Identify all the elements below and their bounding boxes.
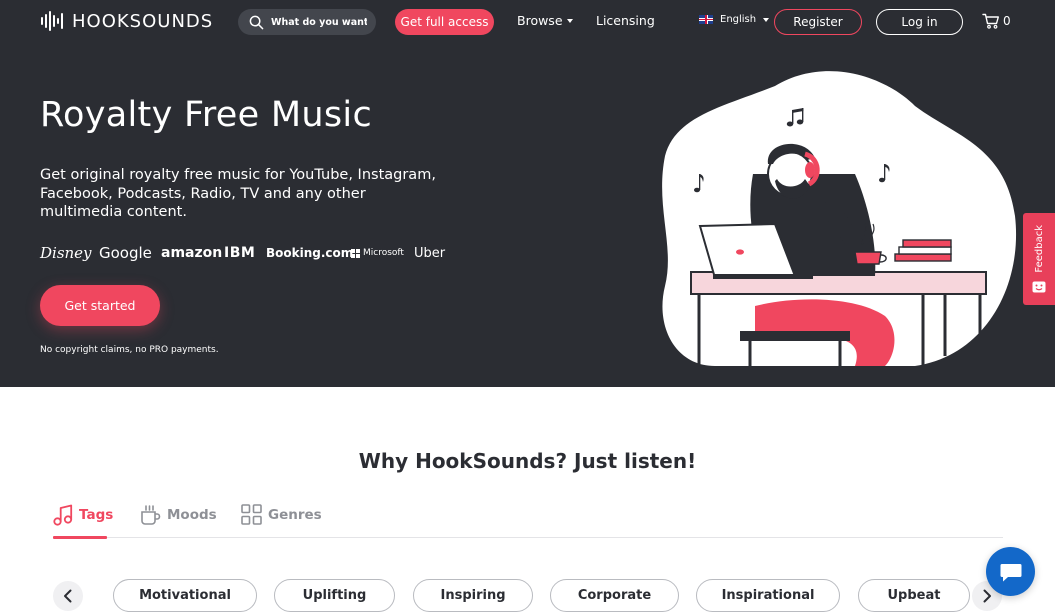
chat-button[interactable] bbox=[986, 547, 1035, 596]
tag-chip-inspiring[interactable]: Inspiring bbox=[413, 579, 533, 612]
tab-moods-label: Moods bbox=[167, 507, 217, 523]
tab-tags-label: Tags bbox=[79, 507, 114, 523]
search-input[interactable] bbox=[271, 16, 367, 28]
section-title: Why HookSounds? Just listen! bbox=[358, 449, 697, 473]
grid-icon bbox=[241, 504, 262, 525]
music-note-icon bbox=[53, 504, 73, 526]
hero-note: No copyright claims, no PRO payments. bbox=[40, 345, 219, 355]
hero-subtitle: Get original royalty free music for YouT… bbox=[40, 167, 436, 220]
browse-label: Browse bbox=[517, 13, 563, 28]
hero-illustration bbox=[662, 71, 1017, 366]
hero-section: HOOKSOUNDS Get full access Browse Licens… bbox=[0, 0, 1055, 387]
amazon-logo: amazon bbox=[161, 245, 223, 261]
uk-flag-icon bbox=[699, 15, 713, 24]
chevron-down-icon bbox=[566, 18, 573, 23]
disney-logo: Disney bbox=[40, 244, 92, 262]
register-button[interactable]: Register bbox=[774, 9, 862, 35]
tag-chip-motivational[interactable]: Motivational bbox=[113, 579, 257, 612]
chat-bubble-icon bbox=[1000, 563, 1021, 581]
language-selector[interactable]: English bbox=[699, 14, 770, 25]
tag-chip-uplifting[interactable]: Uplifting bbox=[274, 579, 395, 612]
get-full-access-button[interactable]: Get full access bbox=[395, 9, 494, 35]
waveform-logo-icon bbox=[41, 10, 63, 32]
tab-genres-label: Genres bbox=[268, 506, 322, 523]
microsoft-logo-text: Microsoft bbox=[363, 248, 404, 258]
chevron-left-icon bbox=[64, 589, 72, 603]
search-icon bbox=[249, 15, 264, 29]
cart-icon bbox=[982, 13, 999, 29]
hero-title: Royalty Free Music bbox=[40, 95, 372, 135]
tabs-divider bbox=[53, 537, 1003, 538]
logo-text: HOOKSOUNDS bbox=[72, 10, 214, 32]
booking-logo: Booking.com bbox=[266, 246, 354, 260]
search-box[interactable] bbox=[238, 9, 376, 35]
language-label: English bbox=[720, 14, 757, 25]
tag-chip-inspirational[interactable]: Inspirational bbox=[696, 579, 840, 612]
tag-chip-corporate[interactable]: Corporate bbox=[550, 579, 679, 612]
tag-chip-upbeat[interactable]: Upbeat bbox=[858, 579, 970, 612]
mug-icon bbox=[141, 505, 161, 525]
active-tab-indicator bbox=[53, 536, 107, 539]
feedback-label: Feedback bbox=[1033, 225, 1045, 273]
chevron-right-icon bbox=[983, 589, 991, 603]
feedback-tab[interactable]: Feedback bbox=[1023, 213, 1055, 305]
microsoft-logo: Microsoft bbox=[351, 248, 414, 258]
feedback-icon bbox=[1032, 281, 1046, 293]
tab-genres[interactable]: Genres bbox=[241, 504, 322, 525]
hooksounds-logo[interactable]: HOOKSOUNDS bbox=[41, 9, 213, 33]
login-button[interactable]: Log in bbox=[876, 9, 963, 35]
get-started-button[interactable]: Get started bbox=[40, 285, 160, 326]
browse-menu[interactable]: Browse bbox=[517, 13, 573, 28]
tab-tags[interactable]: Tags bbox=[53, 504, 113, 526]
licensing-link[interactable]: Licensing bbox=[596, 13, 655, 28]
microsoft-grid-icon bbox=[351, 248, 360, 258]
ibm-logo: IBM bbox=[224, 245, 256, 261]
cart-button[interactable]: 0 bbox=[982, 13, 1011, 29]
tab-moods[interactable]: Moods bbox=[140, 504, 217, 526]
cart-count: 0 bbox=[1003, 14, 1011, 28]
uber-logo: Uber bbox=[414, 245, 446, 261]
chevron-down-icon bbox=[763, 17, 770, 22]
carousel-prev-button[interactable] bbox=[53, 581, 83, 611]
brand-logos: Disney Google amazon IBM Booking.com Mic… bbox=[40, 244, 445, 262]
google-logo: Google bbox=[99, 244, 152, 262]
